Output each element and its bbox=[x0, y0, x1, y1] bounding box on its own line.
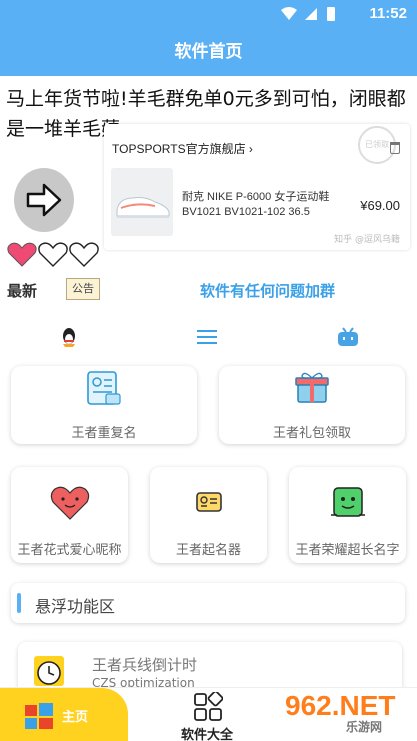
tile-label: 王者重复名 bbox=[71, 426, 137, 441]
quick-icon-row bbox=[0, 320, 417, 358]
arrow-right-icon bbox=[26, 183, 62, 217]
tile-label: 王者礼包领取 bbox=[272, 426, 351, 441]
product-title[interactable]: 耐克 NIKE P-6000 女子运动鞋 BV1021 BV1021-102 3… bbox=[182, 190, 329, 220]
nav-home-label: 主页 bbox=[62, 710, 89, 725]
battery-icon bbox=[327, 7, 335, 21]
apps-grid-icon bbox=[193, 690, 224, 726]
ad-store-name[interactable]: TOPSPORTS官方旗舰店 › bbox=[112, 140, 253, 157]
smiley-box-icon bbox=[329, 485, 367, 525]
latest-label: 最新 bbox=[7, 282, 38, 300]
product-title-line1: 耐克 NIKE P-6000 女子运动鞋 bbox=[182, 191, 330, 203]
heart-filled-icon bbox=[7, 242, 37, 267]
nav-home[interactable]: 主页 bbox=[0, 688, 128, 741]
product-image bbox=[111, 168, 173, 236]
trash-icon[interactable] bbox=[390, 142, 400, 154]
heart-icon bbox=[49, 485, 91, 525]
item-title: 王者兵线倒计时 bbox=[92, 656, 198, 674]
tile-label: 王者荣耀超长名字 bbox=[295, 543, 400, 558]
wifi-icon bbox=[281, 7, 297, 20]
menu-icon[interactable] bbox=[196, 326, 218, 352]
document-icon bbox=[84, 370, 124, 410]
bilibili-icon[interactable] bbox=[336, 326, 360, 352]
ad-source: 知乎 @逗风乌籍 bbox=[334, 235, 400, 245]
section-title: 悬浮功能区 bbox=[35, 597, 116, 616]
nav-all-label: 软件大全 bbox=[181, 728, 234, 741]
signal-icon bbox=[305, 8, 317, 20]
tile-gift-claim[interactable]: 王者礼包领取 bbox=[219, 366, 405, 444]
tile-long-name[interactable]: 王者荣耀超长名字 bbox=[289, 467, 406, 563]
notice-badge[interactable]: 公告 bbox=[66, 278, 100, 300]
product-price: ¥69.00 bbox=[360, 198, 400, 213]
tile-label: 王者起名器 bbox=[175, 543, 241, 558]
status-bar: 11:52 bbox=[0, 0, 417, 28]
clock: 11:52 bbox=[369, 5, 407, 22]
product-title-line2: BV1021 BV1021-102 36.5 bbox=[182, 206, 310, 218]
windows-icon bbox=[24, 702, 54, 734]
heart-outline-icon bbox=[38, 242, 68, 267]
page-title: 软件首页 bbox=[0, 28, 417, 76]
heart-outline-icon bbox=[69, 242, 99, 267]
gift-icon bbox=[294, 370, 330, 408]
section-header: 悬浮功能区 bbox=[11, 583, 405, 623]
contact-group-link[interactable]: 软件有任何问题加群 bbox=[200, 280, 335, 301]
status-icons bbox=[279, 6, 339, 26]
watermark-text: 乐游网 bbox=[346, 720, 383, 734]
tile-duplicate-name[interactable]: 王者重复名 bbox=[11, 366, 197, 444]
id-card-icon bbox=[195, 491, 223, 517]
hearts-row bbox=[6, 240, 102, 274]
tile-heart-nickname[interactable]: 王者花式爱心昵称 bbox=[11, 467, 128, 563]
ad-card[interactable]: 已领取 TOPSPORTS官方旗舰店 › 耐克 NIKE P-6000 女子运动… bbox=[104, 124, 410, 250]
section-accent-bar bbox=[17, 593, 21, 613]
qq-icon[interactable] bbox=[60, 326, 78, 352]
tile-label: 王者花式爱心昵称 bbox=[17, 543, 122, 558]
tile-name-generator[interactable]: 王者起名器 bbox=[150, 467, 267, 563]
arrow-right-button[interactable] bbox=[14, 168, 74, 232]
